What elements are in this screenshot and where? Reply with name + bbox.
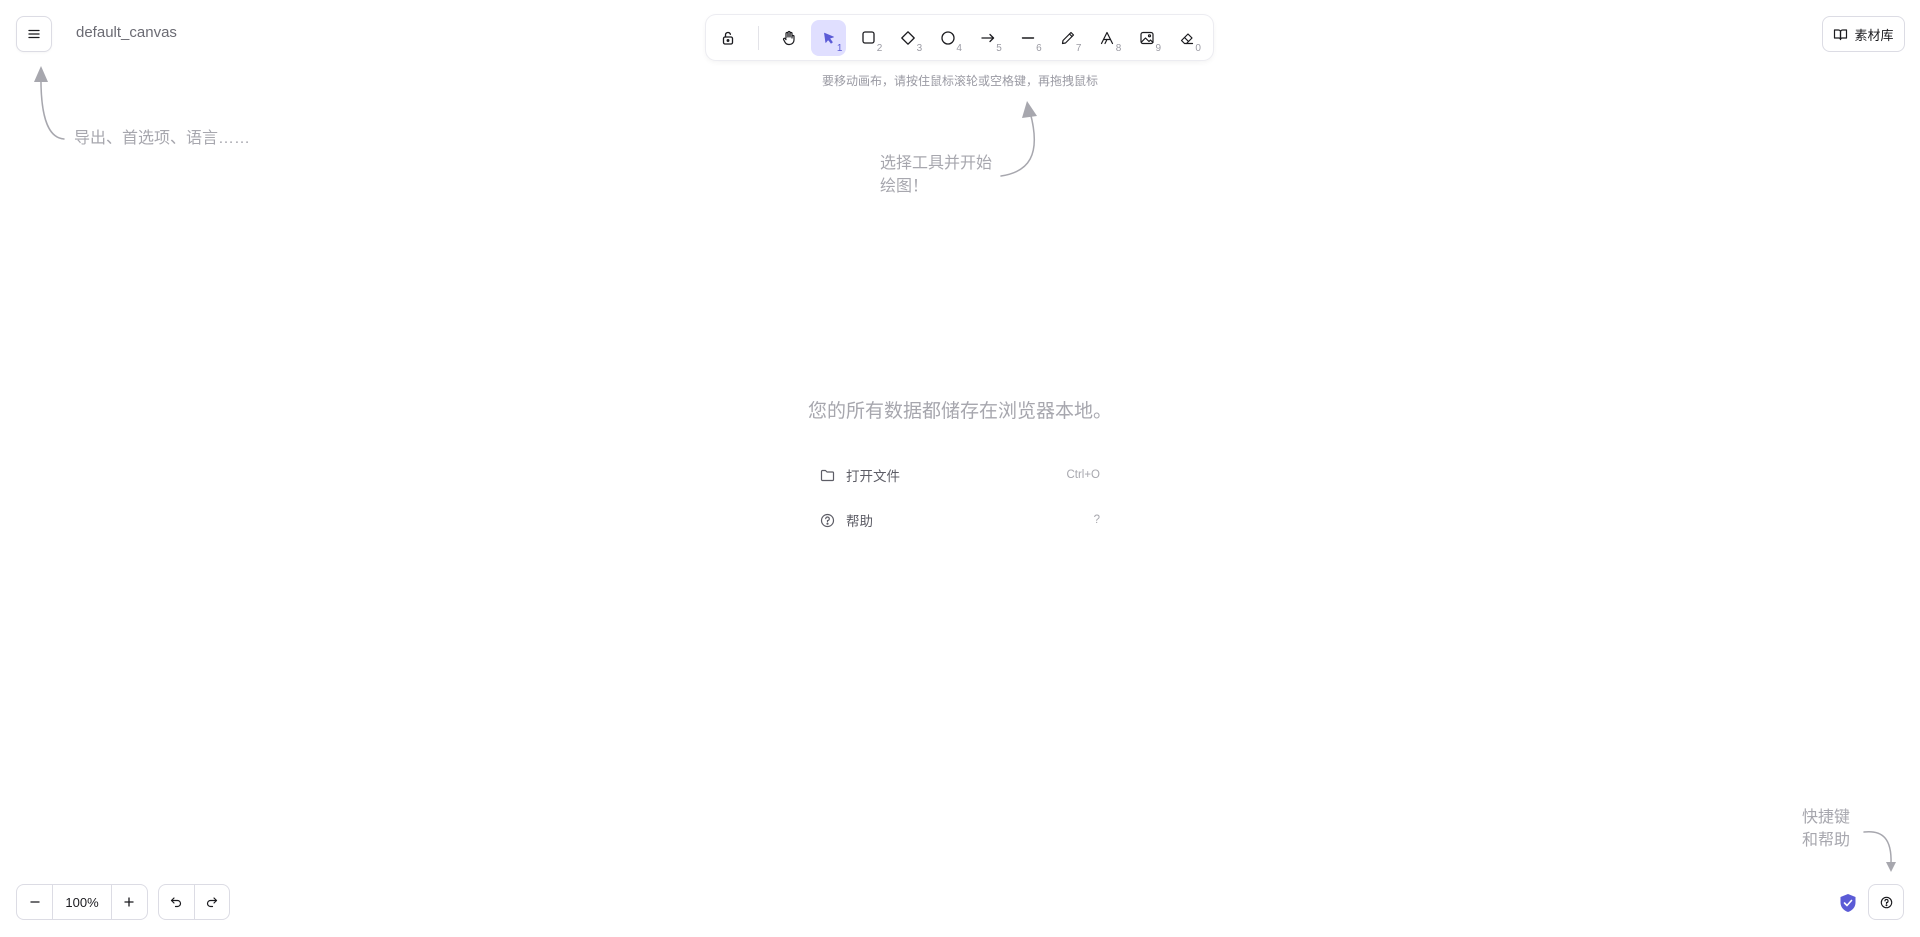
tool-hint-arrow (1000, 101, 1037, 177)
tool-shortcut: 4 (956, 42, 962, 54)
folder-icon (820, 469, 835, 481)
zoom-out-button[interactable] (17, 885, 52, 919)
help-item[interactable]: 帮助 ? (820, 505, 1100, 535)
tool-shortcut: 3 (916, 42, 923, 54)
tool-rectangle[interactable]: 2 (850, 20, 886, 56)
question-circle-icon (820, 513, 835, 527)
shapes-toolbar: 1 2 3 4 5 6 7 8 9 0 (706, 15, 1213, 60)
pointer-icon (823, 32, 834, 44)
arrow-right-icon (981, 33, 995, 42)
undo-icon (171, 897, 182, 908)
tool-text[interactable]: 8 (1089, 20, 1125, 56)
welcome-title: 您的所有数据都储存在浏览器本地。 (807, 401, 1112, 422)
zoom-controls: 100% (16, 884, 148, 920)
redo-icon (206, 897, 218, 908)
image-icon (1140, 31, 1154, 44)
book-icon (1834, 28, 1848, 40)
redo-button[interactable] (193, 885, 229, 919)
tool-shortcut: 0 (1195, 42, 1201, 54)
minus-icon (30, 901, 40, 903)
library-button[interactable]: 素材库 (1822, 16, 1905, 52)
tool-selection[interactable]: 1 (810, 19, 847, 56)
canvas-name[interactable]: default_canvas (76, 24, 177, 41)
tool-arrow[interactable]: 5 (970, 20, 1006, 56)
tool-hand[interactable] (771, 20, 807, 56)
tool-shortcut: 6 (1036, 42, 1042, 54)
zoom-in-button[interactable] (112, 885, 147, 919)
tool-diamond[interactable]: 3 (890, 20, 926, 56)
help-label: 帮助 (846, 514, 873, 529)
plus-icon (124, 897, 134, 907)
open-file-item[interactable]: 打开文件 Ctrl+O (820, 460, 1100, 490)
shield-check-icon (1840, 894, 1856, 912)
tool-ellipse[interactable]: 4 (930, 20, 966, 56)
tool-shortcut: 5 (996, 42, 1002, 54)
hamburger-icon (28, 29, 40, 39)
lock-icon (722, 31, 734, 45)
main-menu-button[interactable] (16, 16, 52, 52)
tool-draw[interactable]: 7 (1050, 20, 1086, 56)
hand-icon (782, 30, 795, 45)
tool-shortcut: 8 (1115, 42, 1122, 54)
help-shortcut: ? (1093, 514, 1100, 526)
tool-image[interactable]: 9 (1129, 20, 1165, 56)
canvas-pan-hint: 要移动画布，请按住鼠标滚轮或空格键，再拖拽鼠标 (821, 74, 1098, 88)
tool-hint-line1: 选择工具并开始 (880, 155, 993, 172)
history-controls (158, 884, 230, 920)
help-hint-arrow (1863, 830, 1896, 872)
help-hint-line1: 快捷键 (1802, 809, 1851, 826)
tool-lock[interactable] (710, 20, 746, 56)
zoom-level[interactable]: 100% (52, 885, 112, 919)
text-icon (1101, 31, 1114, 44)
circle-icon (941, 30, 955, 45)
tool-shortcut: 2 (876, 42, 883, 54)
tool-eraser[interactable]: 0 (1169, 20, 1205, 56)
eraser-icon (1180, 32, 1194, 44)
tool-hint-text: 选择工具并开始 绘图！ (880, 152, 992, 198)
encryption-shield[interactable] (1838, 892, 1858, 914)
line-icon (1021, 36, 1034, 39)
open-file-shortcut: Ctrl+O (1066, 469, 1100, 481)
menu-hint-text: 导出、首选项、语言…… (74, 130, 251, 147)
library-label: 素材库 (1854, 27, 1894, 43)
open-file-label: 打开文件 (846, 469, 900, 484)
question-circle-icon (1880, 896, 1892, 908)
diamond-icon (901, 30, 916, 45)
tool-hint-line2: 绘图！ (880, 178, 929, 195)
menu-hint-arrow (34, 66, 65, 140)
help-hint-text: 快捷键 和帮助 (1802, 806, 1850, 852)
help-hint-line2: 和帮助 (1802, 832, 1851, 849)
undo-button[interactable] (159, 885, 194, 919)
pencil-icon (1061, 31, 1074, 44)
help-button[interactable] (1868, 884, 1904, 920)
tool-line[interactable]: 6 (1010, 20, 1046, 56)
square-icon (862, 31, 875, 44)
toolbar-divider (757, 25, 759, 50)
tool-shortcut: 1 (836, 42, 843, 54)
tool-shortcut: 9 (1155, 42, 1162, 54)
tool-shortcut: 7 (1075, 42, 1082, 54)
